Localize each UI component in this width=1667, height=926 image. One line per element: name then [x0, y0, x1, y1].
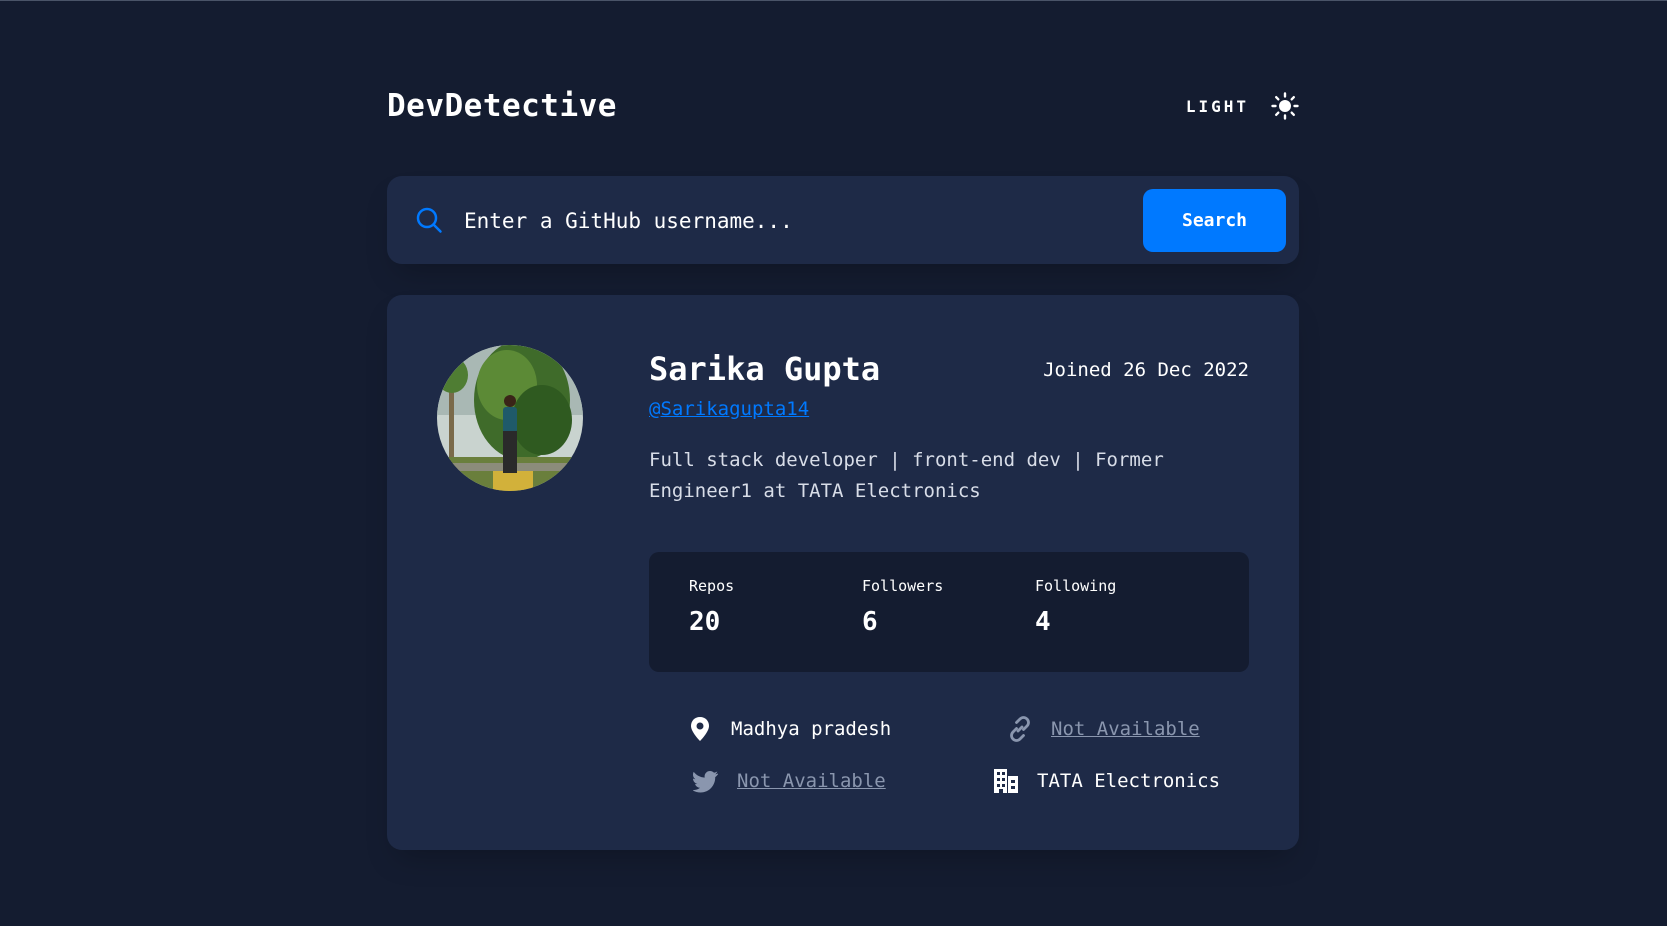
stat-following: Following 4 — [1035, 577, 1116, 637]
theme-toggle[interactable]: LIGHT — [1186, 86, 1299, 126]
search-input[interactable] — [462, 198, 1106, 244]
search-button[interactable]: Search — [1143, 189, 1286, 252]
search-icon — [416, 207, 442, 233]
stats-panel: Repos 20 Followers 6 Following 4 — [649, 552, 1249, 672]
website-item: Not Available — [1007, 716, 1200, 742]
stat-repos: Repos 20 — [689, 577, 734, 637]
twitter-bird-icon — [693, 771, 718, 793]
company-item: TATA Electronics — [993, 768, 1220, 794]
stat-value: 4 — [1035, 607, 1051, 637]
website-link[interactable]: Not Available — [1051, 718, 1200, 740]
theme-label[interactable]: LIGHT — [1186, 97, 1249, 116]
avatar — [437, 345, 583, 491]
profile-username-link[interactable]: @Sarikagupta14 — [649, 398, 809, 420]
brand-title: DevDetective — [387, 88, 617, 124]
joined-date: Joined 26 Dec 2022 — [1043, 359, 1249, 381]
stat-value: 6 — [862, 607, 878, 637]
location-item: Madhya pradesh — [687, 716, 891, 742]
company-text: TATA Electronics — [1037, 770, 1221, 792]
twitter-item: Not Available — [693, 768, 886, 794]
link-icon — [1010, 716, 1030, 742]
search-bar: Search — [387, 176, 1299, 264]
stat-value: 20 — [689, 607, 721, 637]
header: DevDetective LIGHT — [387, 86, 1299, 131]
profile-card: Sarika Gupta Joined 26 Dec 2022 @Sarikag… — [387, 295, 1299, 850]
sun-icon[interactable] — [1271, 92, 1299, 120]
stat-label: Following — [1035, 577, 1117, 595]
profile-bio: Full stack developer | front-end dev | F… — [649, 449, 1164, 502]
location-pin-icon — [691, 717, 709, 741]
office-building-icon — [994, 769, 1018, 793]
profile-name: Sarika Gupta — [649, 350, 881, 388]
location-text: Madhya pradesh — [731, 718, 892, 740]
top-divider — [0, 0, 1667, 1]
stat-label: Repos — [689, 577, 735, 595]
stat-followers: Followers 6 — [862, 577, 943, 637]
stat-label: Followers — [862, 577, 944, 595]
twitter-link[interactable]: Not Available — [737, 770, 886, 792]
